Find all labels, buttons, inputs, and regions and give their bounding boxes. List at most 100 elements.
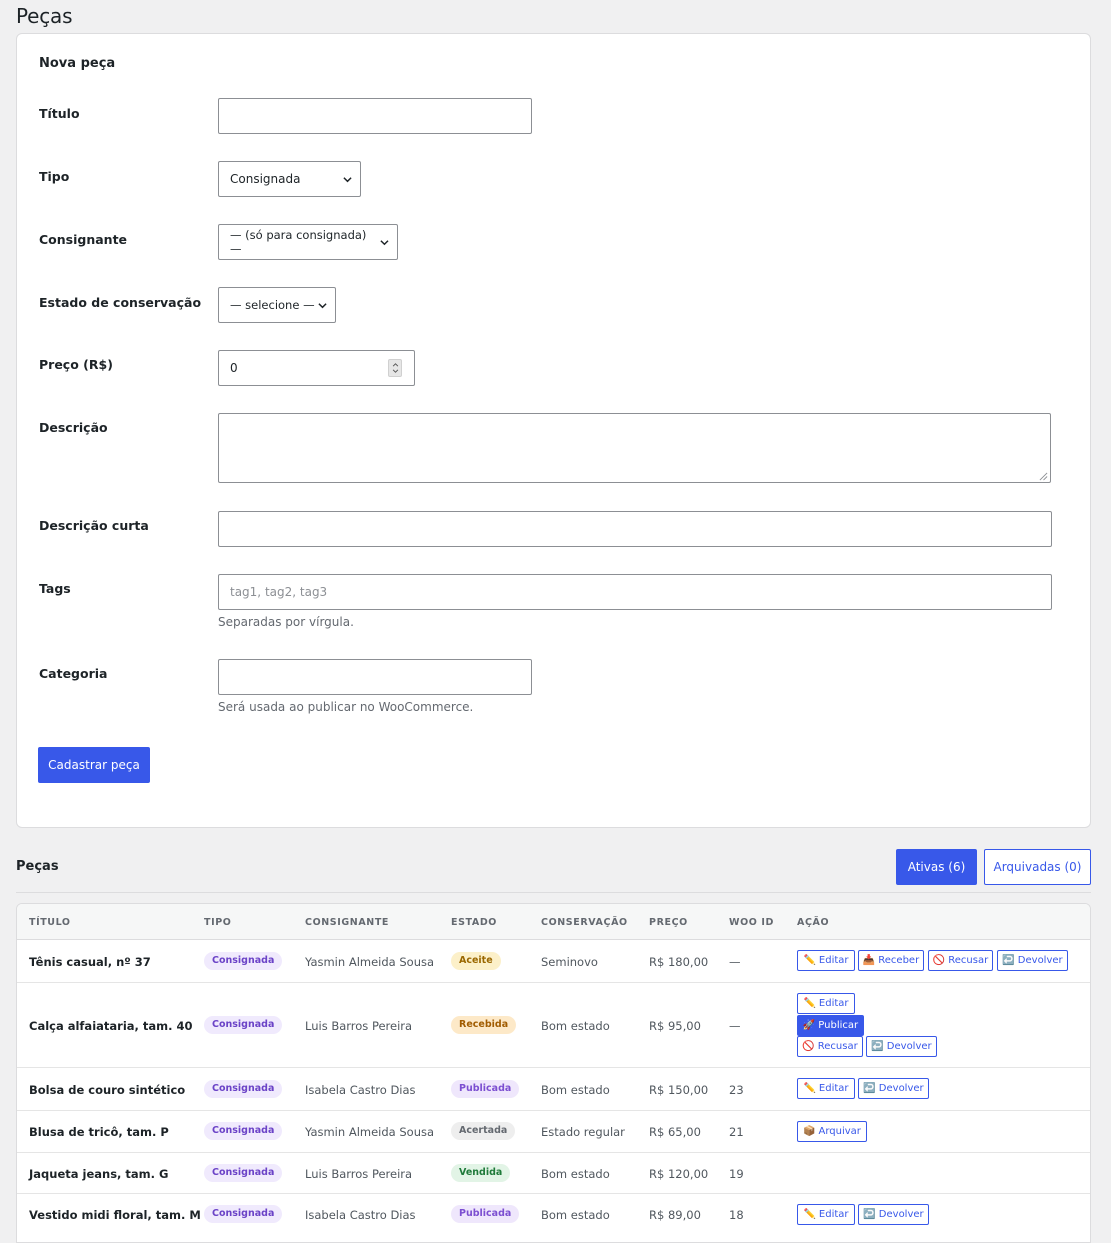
receive-label: Receber bbox=[878, 955, 920, 966]
publish-button[interactable]: 🚀 Publicar bbox=[797, 1015, 864, 1036]
cell-title: Jaqueta jeans, tam. G bbox=[29, 1167, 169, 1181]
cell-condition: Seminovo bbox=[541, 955, 598, 969]
refuse-button[interactable]: 🚫 Recusar bbox=[797, 1036, 863, 1057]
price-input[interactable]: 0 bbox=[218, 350, 415, 386]
archive-label: Arquivar bbox=[818, 1126, 861, 1137]
rocket-icon: 🚀 bbox=[802, 1019, 816, 1031]
tags-input[interactable]: tag1, tag2, tag3 bbox=[218, 574, 1052, 610]
type-badge: Consignada bbox=[204, 1016, 283, 1034]
cell-price: R$ 65,00 bbox=[649, 1125, 701, 1139]
status-badge: Publicada bbox=[451, 1205, 520, 1223]
table-row: Jaqueta jeans, tam. G Consignada Luis Ba… bbox=[17, 1153, 1090, 1194]
return-label: Devolver bbox=[1017, 955, 1063, 966]
status-badge: Aceite bbox=[451, 952, 501, 970]
filter-active-button[interactable]: Ativas (6) bbox=[896, 849, 977, 885]
return-label: Devolver bbox=[878, 1083, 924, 1094]
edit-label: Editar bbox=[818, 955, 849, 966]
resize-grip-icon[interactable] bbox=[1039, 472, 1048, 481]
cell-consignor: Isabela Castro Dias bbox=[305, 1208, 416, 1222]
consignor-label: Consignante bbox=[39, 232, 128, 247]
new-piece-title: Nova peça bbox=[39, 56, 116, 71]
consignor-select-value: — (só para consignada) — bbox=[230, 228, 367, 256]
category-input[interactable] bbox=[218, 659, 532, 695]
submit-piece-button[interactable]: Cadastrar peça bbox=[38, 747, 150, 783]
cell-woo-id: — bbox=[729, 1019, 741, 1033]
column-header: Estado bbox=[451, 917, 497, 928]
column-header: Consignante bbox=[305, 917, 389, 928]
column-header: Tipo bbox=[204, 917, 232, 928]
edit-button[interactable]: ✏️ Editar bbox=[797, 993, 855, 1014]
cell-consignor: Yasmin Almeida Sousa bbox=[305, 955, 435, 969]
type-badge: Consignada bbox=[204, 1164, 283, 1182]
publish-label: Publicar bbox=[818, 1020, 859, 1031]
table-row: Vestido midi floral, tam. M Consignada I… bbox=[17, 1194, 1090, 1236]
return-arrow-icon: ↩️ bbox=[863, 1208, 876, 1220]
return-button[interactable]: ↩️ Devolver bbox=[858, 1204, 929, 1225]
description-textarea[interactable] bbox=[218, 413, 1051, 483]
price-input-value: 0 bbox=[230, 361, 238, 375]
category-label: Categoria bbox=[39, 666, 108, 681]
pieces-table: Título Tipo Consignante Estado Conservaç… bbox=[16, 903, 1091, 1243]
table-row: Bolsa de couro sintético Consignada Isab… bbox=[17, 1068, 1090, 1111]
condition-select[interactable]: — selecione — bbox=[218, 287, 336, 323]
type-badge: Consignada bbox=[204, 952, 283, 970]
filter-archived-button[interactable]: Arquivadas (0) bbox=[984, 849, 1091, 885]
cell-title: Tênis casual, nº 37 bbox=[29, 955, 151, 969]
refuse-button[interactable]: 🚫 Recusar bbox=[928, 950, 993, 971]
edit-button[interactable]: ✏️ Editar bbox=[797, 950, 855, 971]
condition-label: Estado de conservação bbox=[39, 295, 202, 310]
cell-woo-id: 23 bbox=[729, 1083, 744, 1097]
edit-label: Editar bbox=[818, 998, 849, 1009]
refuse-label: Recusar bbox=[817, 1041, 858, 1052]
edit-label: Editar bbox=[818, 1209, 849, 1220]
return-button[interactable]: ↩️ Devolver bbox=[866, 1036, 937, 1057]
category-help: Será usada ao publicar no WooCommerce. bbox=[218, 700, 474, 714]
archive-button[interactable]: 📦 Arquivar bbox=[797, 1121, 867, 1142]
chevron-down-icon bbox=[318, 302, 327, 308]
status-badge: Recebida bbox=[451, 1016, 517, 1034]
edit-button[interactable]: ✏️ Editar bbox=[797, 1078, 855, 1099]
return-label: Devolver bbox=[886, 1041, 932, 1052]
column-header: Woo ID bbox=[729, 917, 774, 928]
table-row: Blusa de tricô, tam. P Consignada Yasmin… bbox=[17, 1111, 1090, 1153]
cell-consignor: Yasmin Almeida Sousa bbox=[305, 1125, 435, 1139]
return-label: Devolver bbox=[878, 1209, 924, 1220]
return-button[interactable]: ↩️ Devolver bbox=[858, 1078, 929, 1099]
cell-condition: Bom estado bbox=[541, 1019, 610, 1033]
type-select[interactable]: Consignada bbox=[218, 161, 361, 197]
number-spinner[interactable] bbox=[388, 359, 402, 377]
column-header: Título bbox=[29, 917, 71, 928]
page-title: Peças bbox=[16, 4, 73, 28]
status-badge: Publicada bbox=[451, 1080, 520, 1098]
box-icon: 📦 bbox=[803, 1125, 816, 1137]
status-badge: Vendida bbox=[451, 1164, 511, 1182]
cell-condition: Bom estado bbox=[541, 1083, 610, 1097]
table-row: Calça alfaiataria, tam. 40 Consignada Lu… bbox=[17, 983, 1090, 1068]
cell-price: R$ 95,00 bbox=[649, 1019, 701, 1033]
cell-title: Bolsa de couro sintético bbox=[29, 1083, 186, 1097]
cell-consignor: Isabela Castro Dias bbox=[305, 1083, 416, 1097]
cell-consignor: Luis Barros Pereira bbox=[305, 1019, 413, 1033]
cell-price: R$ 89,00 bbox=[649, 1208, 701, 1222]
price-label: Preço (R$) bbox=[39, 357, 113, 372]
cell-woo-id: — bbox=[729, 955, 741, 969]
prohibited-icon: 🚫 bbox=[932, 954, 946, 966]
short-description-label: Descrição curta bbox=[39, 518, 149, 533]
short-description-input[interactable] bbox=[218, 511, 1052, 547]
chevron-down-icon bbox=[380, 239, 389, 245]
receive-button[interactable]: 📥 Receber bbox=[858, 950, 924, 971]
pencil-icon: ✏️ bbox=[803, 1208, 816, 1220]
edit-button[interactable]: ✏️ Editar bbox=[797, 1204, 855, 1225]
tags-label: Tags bbox=[39, 581, 71, 596]
spin-down-icon bbox=[392, 369, 398, 373]
consignor-select[interactable]: — (só para consignada) — bbox=[218, 224, 398, 260]
tags-help: Separadas por vírgula. bbox=[218, 615, 354, 629]
pencil-icon: ✏️ bbox=[803, 997, 816, 1009]
edit-label: Editar bbox=[818, 1083, 849, 1094]
type-label: Tipo bbox=[39, 169, 70, 184]
pencil-icon: ✏️ bbox=[803, 954, 816, 966]
cell-title: Vestido midi floral, tam. M bbox=[29, 1208, 201, 1222]
title-input[interactable] bbox=[218, 98, 532, 134]
return-button[interactable]: ↩️ Devolver bbox=[997, 950, 1068, 971]
table-header: Título Tipo Consignante Estado Conservaç… bbox=[17, 904, 1090, 940]
